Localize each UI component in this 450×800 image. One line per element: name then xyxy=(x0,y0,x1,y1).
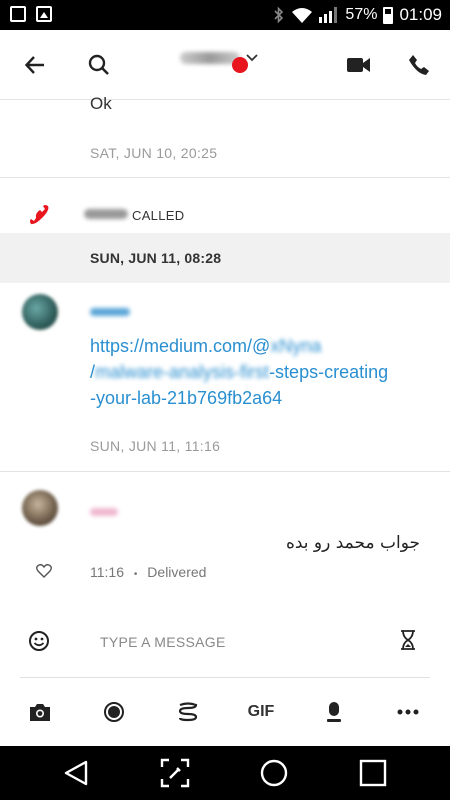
message-composer: TYPE A MESSAGE xyxy=(0,618,450,676)
video-camera-icon xyxy=(347,58,370,72)
call-event-row: CALLED xyxy=(0,200,450,233)
top-app-bar xyxy=(0,30,450,100)
delivery-time: 11:16 xyxy=(90,564,124,580)
spring-coil-icon xyxy=(178,702,198,722)
back-arrow-icon xyxy=(24,56,44,74)
more-options-button[interactable] xyxy=(394,698,422,726)
message-text: Ok xyxy=(90,94,112,113)
voice-note-button[interactable] xyxy=(320,698,348,726)
recents-square-icon[interactable] xyxy=(358,758,388,788)
battery-percent: 57% xyxy=(345,6,378,23)
notification-icon xyxy=(10,6,26,22)
avatar[interactable] xyxy=(22,294,58,330)
voice-call-button[interactable] xyxy=(404,50,434,80)
attachment-toolbar: GIF xyxy=(0,690,450,734)
microphone-icon xyxy=(327,702,341,722)
delivered-label: Delivered xyxy=(147,564,207,580)
status-bar: 57% 01:09 xyxy=(0,0,450,30)
bluetooth-icon xyxy=(274,6,284,24)
message-link[interactable]: https://medium.com/@xNyna /malware-analy… xyxy=(90,333,430,411)
camera-button[interactable] xyxy=(26,698,54,726)
message-input[interactable]: TYPE A MESSAGE xyxy=(100,634,226,650)
chevron-down-icon xyxy=(246,54,258,62)
recording-indicator-dot xyxy=(232,57,248,73)
phone-icon xyxy=(409,55,429,75)
system-navigation-bar xyxy=(0,746,450,800)
message-timestamp: SUN, JUN 11, 11:16 xyxy=(90,438,221,454)
link-text: https://medium.com/@ xyxy=(90,336,271,356)
separator-dot: • xyxy=(133,569,138,580)
record-button[interactable] xyxy=(100,698,128,726)
signal-icon xyxy=(319,7,338,23)
wifi-icon xyxy=(292,8,313,23)
home-circle-icon[interactable] xyxy=(259,758,289,788)
search-button[interactable] xyxy=(84,50,114,80)
date-separator: SUN, JUN 11, 08:28 xyxy=(0,233,450,283)
image-notification-icon xyxy=(36,6,52,22)
link-text: -steps-creating xyxy=(269,362,389,382)
link-text-redacted: xNyna xyxy=(270,336,322,356)
emoji-icon[interactable] xyxy=(28,630,50,652)
camera-icon xyxy=(30,704,50,721)
call-event-text: CALLED xyxy=(132,208,185,223)
hourglass-icon[interactable] xyxy=(400,630,416,650)
divider xyxy=(0,177,450,178)
gif-button[interactable]: GIF xyxy=(246,698,276,726)
sender-name-redacted xyxy=(90,508,118,516)
sender-name-redacted xyxy=(90,308,130,316)
screen-capture-icon[interactable] xyxy=(160,758,190,788)
caller-name-redacted xyxy=(84,209,128,219)
battery-icon xyxy=(383,6,394,24)
avatar[interactable] xyxy=(22,490,58,526)
heart-icon[interactable] xyxy=(36,563,52,578)
delivery-status: 11:16 • Delivered xyxy=(90,564,206,580)
message-text: جواب محمد رو بده xyxy=(285,533,420,553)
more-dots-icon xyxy=(397,709,419,715)
back-button[interactable] xyxy=(20,50,50,80)
stickers-button[interactable] xyxy=(174,698,202,726)
clock: 01:09 xyxy=(399,5,442,24)
record-circle-icon xyxy=(104,702,124,722)
link-text: -your-lab-21b769fb2a64 xyxy=(90,388,283,408)
message-timestamp: SAT, JUN 10, 20:25 xyxy=(90,145,218,161)
link-text-redacted: malware-analysis-first xyxy=(95,362,270,382)
back-triangle-icon[interactable] xyxy=(62,758,92,788)
search-icon xyxy=(88,54,109,75)
contact-name-redacted xyxy=(180,52,240,64)
video-call-button[interactable] xyxy=(344,50,374,80)
divider xyxy=(0,471,450,472)
date-separator-text: SUN, JUN 11, 08:28 xyxy=(90,250,222,266)
missed-call-icon xyxy=(30,205,49,225)
divider xyxy=(20,677,430,678)
